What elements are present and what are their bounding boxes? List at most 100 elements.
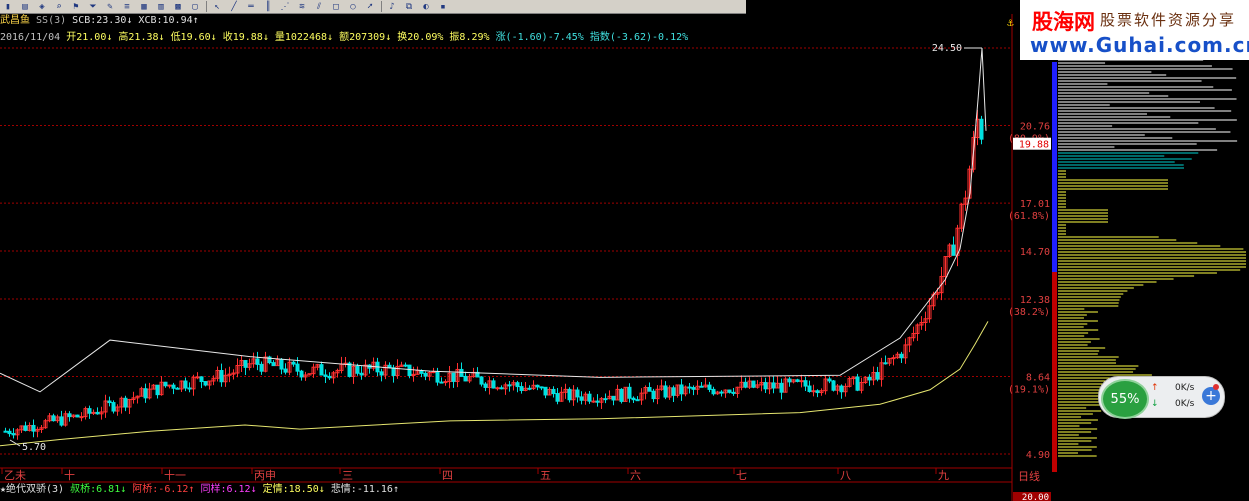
candle-body xyxy=(403,364,408,367)
candle-body xyxy=(679,384,684,395)
candle-body xyxy=(391,367,396,376)
candle-body xyxy=(575,389,580,398)
candle-body xyxy=(203,381,208,386)
toolbar-spacer xyxy=(746,0,1003,13)
candle-body xyxy=(579,396,584,401)
indicator-line: ★绝代双骄(3) 叔桥:6.81↓ 阿桥:-6.12↑ 同样:6.12↓ 定情:… xyxy=(0,483,399,497)
candle-body xyxy=(839,385,844,393)
quote-amplitude: 振8.29% xyxy=(449,32,490,43)
candle-body xyxy=(539,386,544,389)
candle-body xyxy=(59,416,64,426)
candle-body xyxy=(519,386,524,391)
chart-icon[interactable]: ▮ xyxy=(0,1,16,13)
candle-body xyxy=(479,376,484,385)
save-icon[interactable]: ▪ xyxy=(435,1,451,13)
candle-body xyxy=(591,400,596,403)
upload-rate: 0K/s xyxy=(1175,383,1195,393)
notification-dot-icon xyxy=(1213,384,1219,390)
candle-body xyxy=(711,388,716,395)
stock-icon[interactable]: ▤ xyxy=(17,1,33,13)
candle-body xyxy=(183,380,188,389)
candle-body xyxy=(687,386,692,389)
candlestick-chart[interactable]: 20.76(80.9%)17.01(61.8%)14.7012.38(38.2%… xyxy=(0,0,1249,501)
candle-body xyxy=(91,411,96,414)
line-icon[interactable]: ╱ xyxy=(226,1,242,13)
candle-body xyxy=(279,358,284,370)
funnel-icon[interactable]: ⏷ xyxy=(85,1,101,13)
bell-icon[interactable]: ♪ xyxy=(384,1,400,13)
candle-body xyxy=(495,387,500,390)
candle-body xyxy=(663,385,668,398)
vline-icon[interactable]: ║ xyxy=(260,1,276,13)
candle-body xyxy=(979,118,984,140)
candle-body xyxy=(883,362,888,365)
candle-body xyxy=(443,381,448,384)
upload-arrow-icon: ↑ xyxy=(1151,383,1159,393)
candle-body xyxy=(167,384,172,387)
candle-body xyxy=(507,384,512,387)
ellipse-icon[interactable]: ○ xyxy=(345,1,361,13)
candle-body xyxy=(731,391,736,394)
candle-body xyxy=(779,382,784,393)
arrow-icon[interactable]: ➚ xyxy=(362,1,378,13)
candle-body xyxy=(319,364,324,376)
candle-body xyxy=(827,378,832,382)
candle-body xyxy=(635,399,640,402)
candle-body xyxy=(603,398,608,401)
network-speed-widget[interactable]: 55% ↑ 0K/s ↓ 0K/s + xyxy=(1098,376,1225,419)
candle-body xyxy=(67,413,72,418)
price-axis-label: (19.1%) xyxy=(1008,385,1050,396)
indicator-v5: 悲情:-11.16↑ xyxy=(330,484,399,495)
candle-body xyxy=(291,361,296,365)
candle-body xyxy=(435,371,440,383)
period-label: 日线 xyxy=(1018,469,1040,483)
candle-body xyxy=(727,389,732,393)
time-axis-label: 七 xyxy=(736,469,747,482)
candle-body xyxy=(815,390,820,394)
candle-body xyxy=(707,384,712,390)
channel-icon[interactable]: ⫽ xyxy=(311,1,327,13)
candle-body xyxy=(259,363,264,372)
candle-body xyxy=(143,388,148,399)
table-icon[interactable]: ▦ xyxy=(136,1,152,13)
fib-icon[interactable]: ≋ xyxy=(294,1,310,13)
candle-body xyxy=(75,414,80,418)
candle-body xyxy=(651,390,656,400)
candle-body xyxy=(379,371,384,376)
time-axis-label: 九 xyxy=(938,469,949,482)
high-price-label: 24.50 xyxy=(932,43,962,54)
candle-body xyxy=(295,363,300,372)
time-axis-label: 三 xyxy=(342,469,353,482)
cube-icon[interactable]: ◈ xyxy=(34,1,50,13)
rect-icon[interactable]: □ xyxy=(328,1,344,13)
magnifier-icon[interactable]: ⌕ xyxy=(51,1,67,13)
price-axis-label: (61.8%) xyxy=(1008,211,1050,222)
anchor-icon[interactable]: ⚓ xyxy=(1007,16,1014,29)
candle-body xyxy=(811,390,816,393)
candle-body xyxy=(111,402,116,412)
indicator-name[interactable]: ★绝代双骄(3) xyxy=(0,484,64,495)
fan-icon[interactable]: ⋰ xyxy=(277,1,293,13)
candle-body xyxy=(807,385,812,392)
candle-body xyxy=(611,395,616,401)
copy-icon[interactable]: ⧉ xyxy=(401,1,417,13)
candle-body xyxy=(271,362,276,367)
palette-icon[interactable]: ◐ xyxy=(418,1,434,13)
candle-body xyxy=(787,378,792,383)
window-icon[interactable]: ▢ xyxy=(187,1,203,13)
candle-body xyxy=(175,387,180,390)
hline-icon[interactable]: ═ xyxy=(243,1,259,13)
grid-icon[interactable]: ▥ xyxy=(153,1,169,13)
calc-icon[interactable]: ▩ xyxy=(170,1,186,13)
cursor-icon[interactable]: ↖ xyxy=(209,1,225,13)
quote-change: 涨(-1.60)-7.45% xyxy=(495,32,584,43)
pencil-icon[interactable]: ✎ xyxy=(102,1,118,13)
download-arrow-icon: ↓ xyxy=(1151,399,1159,409)
list-icon[interactable]: ≡ xyxy=(119,1,135,13)
time-axis-label: 十 xyxy=(64,468,75,482)
candle-body xyxy=(299,370,304,378)
candle-body xyxy=(699,385,704,388)
flag-icon[interactable]: ⚑ xyxy=(68,1,84,13)
price-axis-label: (38.2%) xyxy=(1008,307,1050,318)
candle-body xyxy=(199,376,204,383)
